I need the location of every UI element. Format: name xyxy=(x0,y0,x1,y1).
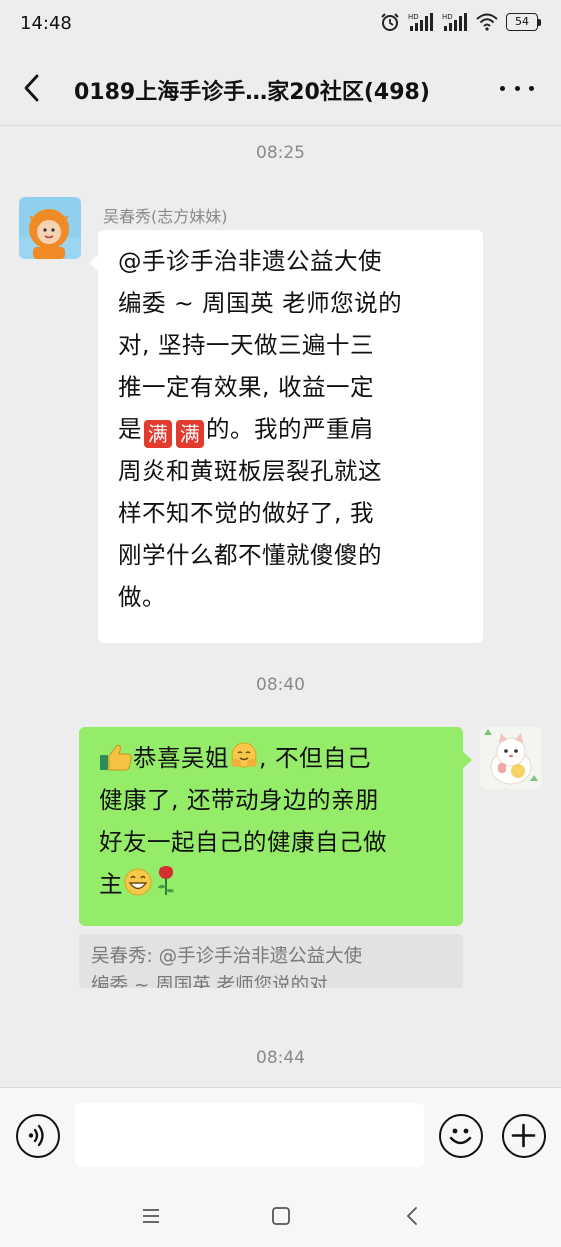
wifi-icon xyxy=(476,13,498,31)
quoted-message[interactable]: 吴春秀: @手诊手治非遗公益大使 编委 ~ 周国英 老师您说的对, … xyxy=(79,934,463,988)
chat-header: 0189上海手诊手…家20社区(498) xyxy=(0,50,561,126)
input-toolbar xyxy=(0,1087,561,1183)
message-line: 推一定有效果, 收益一定 xyxy=(118,373,374,401)
svg-text:HD: HD xyxy=(408,13,419,21)
full-emoji: 满 xyxy=(176,420,204,448)
quote-line: 吴春秀: @手诊手治非遗公益大使 xyxy=(91,946,363,967)
menu-icon[interactable] xyxy=(136,1201,166,1231)
message-line: 恭喜吴姐 , 不但自己 xyxy=(99,737,445,779)
battery-level: 54 xyxy=(506,13,538,31)
plus-icon[interactable] xyxy=(502,1114,546,1158)
status-bar: 14:48 HD HD 54 xyxy=(0,0,561,50)
message-timestamp: 08:40 xyxy=(256,675,305,695)
status-icons: HD HD 54 xyxy=(380,12,541,32)
message-line: 好友一起自己的健康自己做 xyxy=(99,828,387,856)
more-dots-icon[interactable] xyxy=(500,74,534,102)
message-line: 刚学什么都不懂就傻傻的 xyxy=(118,541,382,569)
message-input[interactable] xyxy=(75,1103,424,1167)
voice-icon[interactable] xyxy=(16,1114,60,1158)
signal-hd-icon-2: HD xyxy=(442,13,467,31)
sender-avatar[interactable] xyxy=(19,197,81,259)
message-line: 主 xyxy=(99,863,445,905)
battery-icon: 54 xyxy=(506,13,541,31)
smiley-icon[interactable] xyxy=(439,1114,483,1158)
message-line: 是满满的。我的严重肩 xyxy=(118,415,374,448)
thumbs-up-emoji xyxy=(100,744,132,771)
status-time: 14:48 xyxy=(20,13,72,34)
hug-emoji xyxy=(231,742,257,768)
chevron-left-icon[interactable] xyxy=(18,72,48,104)
system-nav-bar xyxy=(0,1183,561,1247)
full-emoji: 满 xyxy=(144,420,172,448)
message-line: 样不知不觉的做好了, 我 xyxy=(118,499,374,527)
message-line: 健康了, 还带动身边的亲朋 xyxy=(99,786,379,814)
alarm-icon xyxy=(381,13,399,31)
incoming-message-bubble[interactable]: @手诊手治非遗公益大使 编委 ~ 周国英 老师您说的 对, 坚持一天做三遍十三 … xyxy=(89,230,483,643)
message-timestamp: 08:25 xyxy=(256,143,305,163)
message-line: 编委 ~ 周国英 老师您说的 xyxy=(118,289,403,317)
rose-emoji xyxy=(158,866,174,895)
message-timestamp: 08:44 xyxy=(256,1048,305,1068)
message-line: 周炎和黄斑板层裂孔就这 xyxy=(118,457,382,485)
message-line: @手诊手治非遗公益大使 xyxy=(118,247,382,275)
quote-line: 编委 ~ 周国英 老师您说的对, … xyxy=(91,975,358,988)
home-icon[interactable] xyxy=(266,1201,296,1231)
signal-hd-icon: HD xyxy=(408,13,433,31)
svg-text:HD: HD xyxy=(442,13,453,21)
message-line: 做。 xyxy=(118,583,166,611)
sender-name: 吴春秀(志方妹妹) xyxy=(103,207,228,226)
back-icon[interactable] xyxy=(398,1201,428,1231)
grin-emoji xyxy=(124,868,152,896)
outgoing-message-bubble[interactable]: 恭喜吴姐 , 不但自己 健康了, 还带动身边的亲朋 好友一起自己的健康自己做 主 xyxy=(79,727,472,926)
my-avatar[interactable] xyxy=(480,727,542,789)
chat-title: 0189上海手诊手…家20社区(498) xyxy=(74,80,430,105)
message-line: 对, 坚持一天做三遍十三 xyxy=(118,331,374,359)
